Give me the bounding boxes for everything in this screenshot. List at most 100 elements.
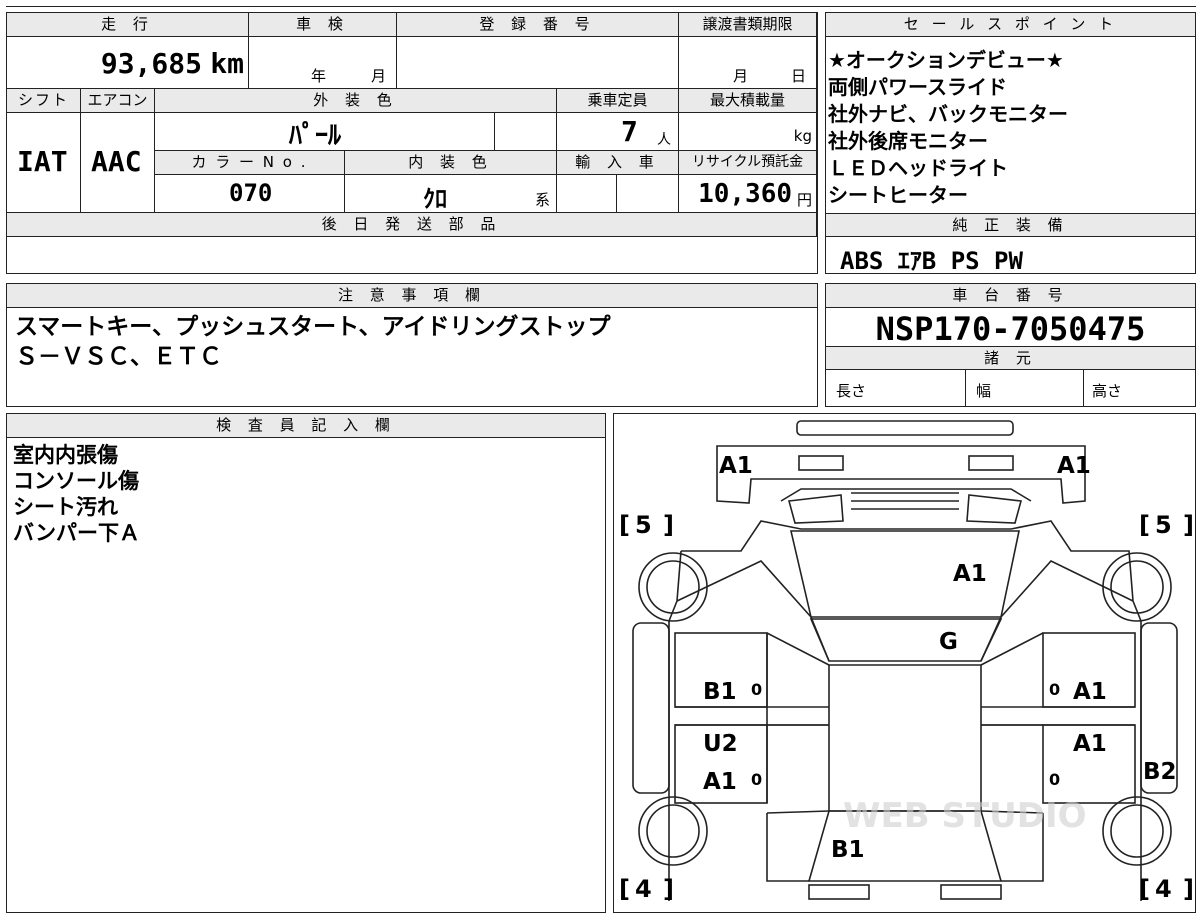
transfer-day-unit: 日	[791, 67, 807, 85]
equipment-label: 純 正 装 備	[826, 213, 1195, 237]
shift-cell: IAT	[7, 113, 81, 213]
door-zero: 0	[1049, 770, 1060, 789]
inspector-line: バンパー下Ａ	[13, 521, 141, 545]
max-load-label: 最大積載量	[679, 89, 817, 113]
front-fender-right	[980, 560, 1134, 662]
mark-right-rear-door: A1	[1073, 731, 1107, 757]
car-diagram-box: [ 5 ] [ 5 ] [ 4 ] [ 4 ] A1 A1 A1 G B1 A1…	[613, 413, 1196, 913]
mark-roof-rear: B1	[831, 837, 865, 863]
shift-value: IAT	[17, 145, 68, 178]
width-label: 幅	[976, 382, 992, 400]
top-edge-strip	[6, 0, 1196, 7]
tire-label-front-right-value: 5	[1155, 511, 1172, 539]
tire-label-rear-right-close: ]	[1183, 875, 1194, 903]
registration-label: 登 録 番 号	[397, 13, 679, 37]
inspector-line: 室内内張傷	[13, 443, 118, 467]
interior-color-value: ｸﾛ	[423, 185, 447, 213]
door-zero: 0	[1049, 680, 1060, 699]
mark-right-front-door: A1	[1073, 679, 1107, 705]
front-light-left	[798, 455, 844, 471]
front-light-right	[968, 455, 1014, 471]
tire-rear-left-inner	[646, 804, 700, 858]
mark-left-rear-door-b: A1	[703, 769, 737, 795]
tire-label-front-right-close: ]	[1183, 511, 1194, 539]
tire-label-rear-right-value: 4	[1155, 875, 1172, 903]
interior-color-cell: ｸﾛ 系	[345, 175, 557, 213]
mark-windshield: G	[939, 629, 958, 655]
vehicle-info-table: 走 行 車 検 登 録 番 号 譲渡書類期限 93,685 km 年 月 月 日…	[6, 12, 818, 274]
tire-front-left-inner	[646, 560, 700, 614]
capacity-unit: 人	[657, 132, 671, 148]
pillar-left	[766, 632, 830, 726]
exterior-extra-cell	[495, 113, 557, 151]
sales-point-item: ★オークションデビュー★	[828, 48, 1064, 72]
left-side-skirt	[632, 622, 670, 794]
inspection-label: 車 検	[249, 13, 397, 37]
tire-rear-left	[638, 796, 708, 866]
car-diagram: [ 5 ] [ 5 ] [ 4 ] [ 4 ] A1 A1 A1 G B1 A1…	[619, 420, 1194, 903]
recycle-deposit-label: リサイクル預託金	[679, 151, 817, 175]
import-label: 輸 入 車	[557, 151, 679, 175]
front-bumper	[716, 445, 1086, 504]
sales-point-item: 社外ナビ、バックモニター	[828, 102, 1068, 126]
exterior-color-value: ﾊﾟｰﾙ	[289, 121, 342, 151]
inspection-year-unit: 年	[311, 67, 327, 85]
transfer-month-unit: 月	[733, 67, 749, 85]
mark-left-front-door: B1	[703, 679, 737, 705]
notes-line: スマートキー、プッシュスタート、アイドリングストップ	[15, 314, 611, 340]
inspector-box: 検 査 員 記 入 欄 室内内張傷 コンソール傷 シート汚れ バンパー下Ａ	[6, 413, 606, 913]
tire-label-rear-left-close: ]	[663, 875, 674, 903]
watermark: WEB STUDIO	[843, 796, 1087, 836]
capacity-cell: 7 人	[557, 113, 679, 151]
chassis-box: 車 台 番 号 NSP170-7050475 諸 元 長さ 幅 高さ	[825, 283, 1196, 407]
transfer-deadline-cell: 月 日	[679, 37, 817, 89]
later-parts-label: 後 日 発 送 部 品	[7, 213, 817, 237]
inspector-line: コンソール傷	[13, 469, 139, 493]
inspection-month-unit: 月	[371, 67, 387, 85]
height-label: 高さ	[1092, 382, 1123, 400]
length-cell: 長さ	[826, 370, 966, 406]
chassis-label: 車 台 番 号	[826, 284, 1195, 308]
tire-label-rear-left-value: 4	[635, 875, 652, 903]
right-door-sill	[981, 706, 1135, 726]
interior-color-suffix: 系	[535, 191, 551, 209]
sales-point-item: シートヒーター	[828, 183, 968, 207]
tire-label-rear-left: [	[619, 875, 630, 903]
front-fender-left	[676, 560, 830, 662]
sales-point-item: 社外後席モニター	[828, 129, 988, 153]
equipment-value: ABS ｴｱB PS PW	[840, 247, 1023, 275]
mark-front-right: A1	[1057, 453, 1091, 479]
body-outline	[668, 520, 1142, 901]
door-handle-marks: 0 0 0 0	[751, 680, 1060, 789]
inspector-label: 検 査 員 記 入 欄	[7, 414, 605, 438]
import-cell-a	[557, 175, 617, 213]
mileage-unit: km	[210, 47, 244, 80]
ac-cell: AAC	[81, 113, 155, 213]
door-zero: 0	[751, 680, 762, 699]
later-parts-cell	[7, 237, 817, 273]
tire-front-right-inner	[1110, 560, 1164, 614]
grille	[780, 488, 1032, 502]
capacity-label: 乗車定員	[557, 89, 679, 113]
interior-color-label: 内 装 色	[345, 151, 557, 175]
headlight-left	[787, 494, 844, 524]
recycle-deposit-value: 10,360	[698, 179, 792, 209]
recycle-deposit-cell: 10,360 円	[679, 175, 817, 213]
import-cell-b	[617, 175, 679, 213]
color-number-value: 070	[229, 179, 273, 207]
specs-label: 諸 元	[826, 346, 1195, 370]
tire-label-front-right: [	[1139, 511, 1150, 539]
windshield	[809, 618, 1003, 662]
headlight-right	[966, 494, 1023, 524]
max-load-unit: kg	[793, 127, 812, 145]
rear-bumper-right	[940, 884, 1002, 900]
mileage-cell: 93,685 km	[7, 37, 249, 89]
mark-left-rear-door-a: U2	[703, 731, 738, 757]
mileage-label: 走 行	[7, 13, 249, 37]
recycle-deposit-unit: 円	[796, 191, 812, 209]
color-number-cell: 070	[155, 175, 345, 213]
exterior-color-cell: ﾊﾟｰﾙ	[155, 113, 495, 151]
sales-points-list: ★オークションデビュー★ 両側パワースライド 社外ナビ、バックモニター 社外後席…	[828, 47, 1068, 209]
grille-bars	[851, 492, 959, 510]
notes-label: 注 意 事 項 欄	[7, 284, 817, 308]
